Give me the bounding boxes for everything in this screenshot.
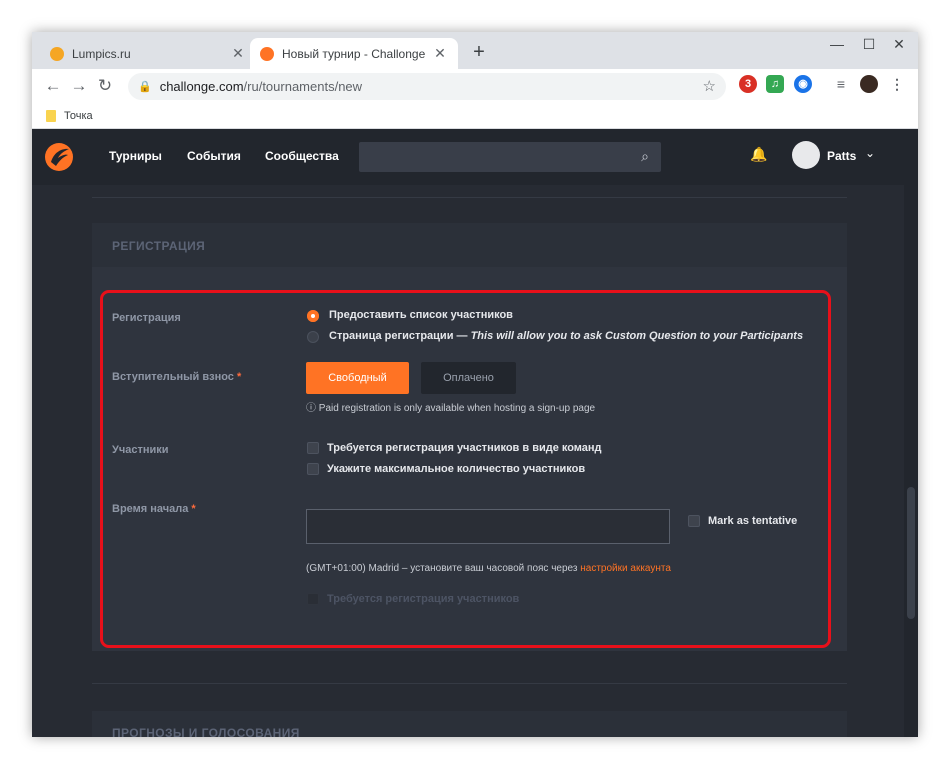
notification-bell-icon[interactable]: 🔔 [750, 146, 767, 163]
paid-note: ⓘ Paid registration is only available wh… [306, 399, 595, 414]
url-path: /ru/tournaments/new [243, 79, 363, 94]
folder-icon [46, 109, 56, 122]
new-tab-button[interactable]: + [468, 41, 490, 64]
site-search-input[interactable]: ⌕ [359, 142, 661, 172]
bookmark-star-icon[interactable]: ☆ [703, 77, 716, 95]
nav-tournaments[interactable]: Турниры [109, 149, 162, 163]
nav-communities[interactable]: Сообщества [265, 149, 339, 163]
browser-window: Lumpics.ru ✕ Новый турнир - Challonge ✕ … [32, 32, 918, 737]
section-title: РЕГИСТРАЦИЯ [92, 223, 847, 267]
lumpics-favicon-icon [50, 46, 64, 61]
info-icon: ⓘ [306, 403, 316, 414]
require-registration-checkbox[interactable] [307, 593, 319, 605]
team-registration-checkbox[interactable] [307, 442, 319, 454]
participants-label: Участники [112, 444, 169, 456]
start-time-input[interactable] [306, 509, 670, 544]
entry-fee-label: Вступительный взнос * [112, 371, 241, 383]
tab-challonge[interactable]: Новый турнир - Challonge ✕ [250, 38, 458, 69]
challonge-favicon-icon [260, 46, 274, 61]
challonge-logo-icon[interactable] [44, 142, 74, 172]
scrollbar-thumb[interactable] [907, 487, 915, 619]
start-time-text: Время начала [112, 503, 189, 515]
paid-note-text: Paid registration is only available when… [318, 403, 596, 414]
username[interactable]: Patts [827, 149, 856, 163]
music-icon[interactable]: ♫ [766, 75, 784, 93]
tab-lumpics[interactable]: Lumpics.ru ✕ [40, 38, 256, 69]
tentative-label[interactable]: Mark as tentative [708, 515, 797, 527]
lock-icon: 🔒 [138, 81, 152, 93]
close-window-button[interactable]: ✕ [884, 36, 914, 53]
tab-title: Lumpics.ru [72, 46, 131, 61]
free-button[interactable]: Свободный [306, 362, 409, 394]
chevron-down-icon[interactable]: ⌄ [865, 146, 875, 160]
radio-registration-page[interactable] [307, 331, 319, 343]
timezone-note: (GMT+01:00) Madrid – установите ваш часо… [306, 563, 671, 574]
team-registration-label[interactable]: Требуется регистрация участников в виде … [327, 442, 602, 454]
start-time-label: Время начала * [112, 503, 196, 515]
divider [92, 197, 847, 198]
required-mark: * [191, 503, 196, 515]
required-mark: * [237, 371, 242, 383]
close-tab-icon[interactable]: ✕ [432, 45, 448, 62]
reload-icon[interactable]: ↻ [92, 76, 118, 96]
tentative-checkbox[interactable] [688, 515, 700, 527]
bookmarks-bar: Точка [32, 103, 918, 129]
minimize-button[interactable]: — [822, 36, 852, 52]
tab-title: Новый турнир - Challonge [282, 46, 426, 61]
require-registration-label[interactable]: Требуется регистрация участников [327, 593, 519, 605]
site-navbar: Турниры События Сообщества ⌕ 🔔 Patts ⌄ [32, 129, 918, 185]
timezone-text: (GMT+01:00) Madrid – установите ваш часо… [306, 563, 581, 574]
divider [92, 683, 847, 684]
max-participants-checkbox[interactable] [307, 463, 319, 475]
vpn-icon[interactable]: ◉ [794, 75, 812, 93]
bookmark-tochka[interactable]: Точка [64, 110, 93, 122]
search-icon[interactable]: ⌕ [641, 148, 649, 165]
page-content: Турниры События Сообщества ⌕ 🔔 Patts ⌄ Р… [32, 129, 918, 737]
entry-fee-text: Вступительный взнос [112, 371, 234, 383]
menu-dots-icon[interactable]: ⋮ [888, 75, 906, 93]
radio-participant-list[interactable] [307, 310, 319, 322]
option-participant-list[interactable]: Предоставить список участников [329, 309, 513, 321]
profile-avatar-icon[interactable] [860, 75, 878, 93]
url-host: challonge.com [159, 79, 244, 94]
address-bar[interactable]: 🔒 challonge.com/ru/tournaments/new ☆ [128, 73, 726, 100]
close-tab-icon[interactable]: ✕ [230, 45, 246, 62]
max-participants-label[interactable]: Укажите максимальное количество участник… [327, 463, 585, 475]
registration-label: Регистрация [112, 312, 181, 324]
option-registration-page-label: Страница регистрации — [329, 330, 471, 342]
reading-list-icon[interactable]: ≡ [832, 75, 850, 93]
forward-arrow-icon[interactable]: → [66, 76, 92, 96]
opera-icon[interactable]: 3 [739, 75, 757, 93]
predictions-section-title: ПРОГНОЗЫ И ГОЛОСОВАНИЯ [92, 711, 847, 737]
paid-button[interactable]: Оплачено [421, 362, 516, 394]
tab-strip: Lumpics.ru ✕ Новый турнир - Challonge ✕ … [32, 32, 918, 69]
nav-events[interactable]: События [187, 149, 241, 163]
back-arrow-icon[interactable]: ← [40, 76, 66, 96]
option-registration-page-note: This will allow you to ask Custom Questi… [470, 330, 804, 342]
avatar[interactable] [792, 141, 820, 169]
account-settings-link[interactable]: настройки аккаунта [580, 563, 671, 574]
option-registration-page[interactable]: Страница регистрации — This will allow y… [329, 330, 803, 342]
page-scrollbar[interactable] [904, 185, 918, 737]
maximize-button[interactable]: ☐ [854, 36, 884, 53]
extension-badge: 3 [744, 78, 752, 90]
